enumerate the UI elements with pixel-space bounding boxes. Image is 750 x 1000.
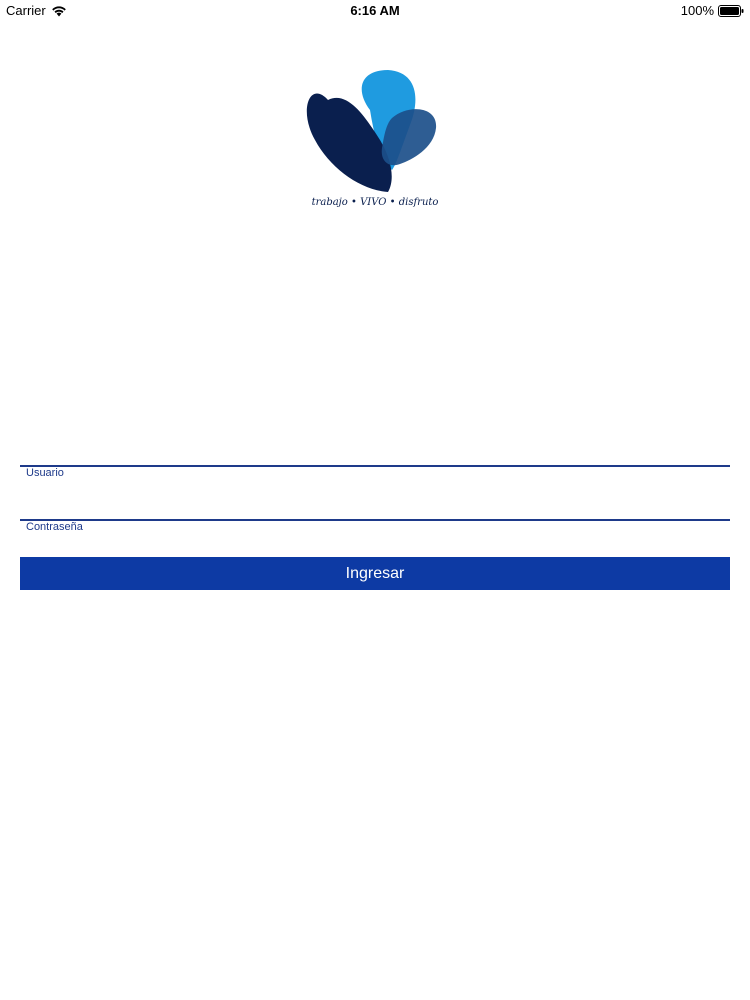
- username-label: Usuario: [26, 467, 64, 479]
- logo-tagline: trabajo • VIVO • disfruto: [312, 197, 439, 208]
- login-button[interactable]: Ingresar: [20, 557, 730, 590]
- username-underline: [20, 465, 730, 467]
- password-label: Contraseña: [26, 521, 83, 533]
- battery-icon: [718, 4, 744, 17]
- username-input[interactable]: [20, 481, 730, 509]
- app-logo: trabajo • VIVO • disfruto: [300, 60, 450, 220]
- status-bar: Carrier 6:16 AM 100%: [0, 0, 750, 22]
- username-field: Usuario: [20, 465, 730, 515]
- status-right: 100%: [681, 3, 744, 18]
- battery-percent: 100%: [680, 3, 714, 18]
- password-underline: [20, 519, 730, 521]
- status-time: 6:16 AM: [350, 3, 400, 18]
